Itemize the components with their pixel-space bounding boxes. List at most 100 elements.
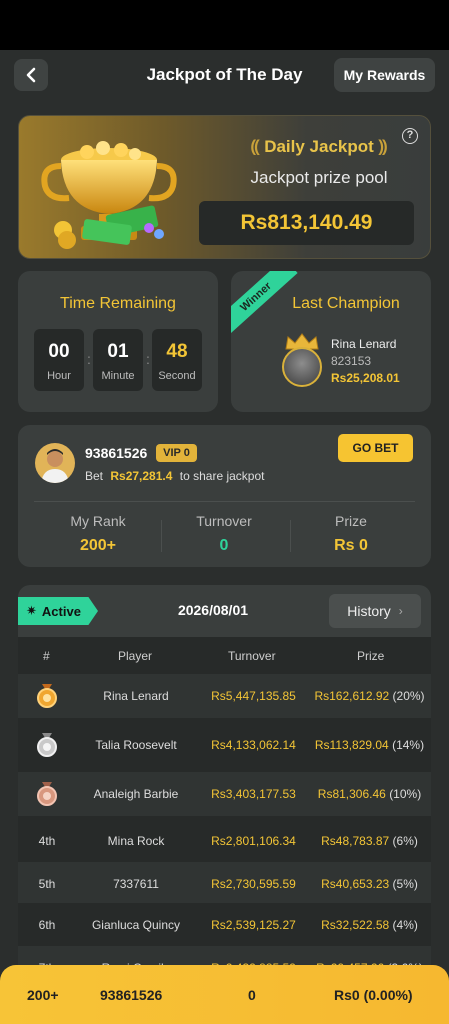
spinner-icon: ✷ <box>26 603 37 618</box>
turnover-stat: Turnover 0 <box>159 513 289 555</box>
prize-stat: Prize Rs 0 <box>286 513 416 555</box>
row-rank: 5th <box>38 877 56 891</box>
column-player: Player <box>118 649 153 663</box>
row-prize-amount: Rs113,829.04 <box>314 738 389 752</box>
row-player: 7337611 <box>113 877 159 891</box>
go-bet-button[interactable]: GO BET <box>338 434 413 462</box>
active-status-tag: ✷ Active <box>18 597 98 625</box>
champion-prize: Rs25,208.01 <box>331 371 400 385</box>
table-row: 6th Gianluca Quincy Rs2,539,125.27 Rs32,… <box>18 903 431 947</box>
time-remaining-card: Time Remaining 00 Hour : 01 Minute : 48 … <box>18 271 218 412</box>
daily-jackpot-card: ⸨ Daily Jackpot ⸩ ? Jackpot prize pool R… <box>18 115 431 259</box>
help-icon[interactable]: ? <box>402 128 418 144</box>
colon-separator: : <box>87 351 91 367</box>
row-prize: Rs81,306.46 (10%) <box>308 787 431 801</box>
row-prize-percent: (5%) <box>392 877 418 891</box>
vip-badge: VIP 0 <box>156 444 197 462</box>
row-prize-percent: (10%) <box>389 787 422 801</box>
daily-jackpot-label: Daily Jackpot <box>264 137 374 156</box>
trophy-icon <box>41 141 177 249</box>
laurel-left-icon: ⸨ <box>250 137 260 156</box>
row-prize-percent: (20%) <box>392 689 425 703</box>
hour-box: 00 Hour <box>34 329 84 391</box>
prize-pool-label: Jackpot prize pool <box>250 168 388 187</box>
row-turnover: Rs2,801,106.34 <box>211 834 296 848</box>
my-rewards-button[interactable]: My Rewards <box>334 58 435 92</box>
sticky-user-id: 93861526 <box>100 987 163 1003</box>
history-label: History <box>347 603 391 619</box>
table-row: Rina Lenard Rs5,447,135.85 Rs162,612.92 … <box>18 674 431 718</box>
my-rank-value: 200+ <box>79 537 117 554</box>
row-prize: Rs32,522.58 (4%) <box>308 918 431 932</box>
prize-label: Prize <box>335 513 367 529</box>
leaderboard: ✷ Active 2026/08/01 History › # Player T… <box>18 585 431 1024</box>
row-prize-amount: Rs40,653.23 <box>321 877 390 891</box>
turnover-value: 0 <box>219 537 229 554</box>
sticky-rank: 200+ <box>27 987 59 1003</box>
user-id: 93861526 <box>85 445 148 461</box>
row-player: Rina Lenard <box>103 689 169 703</box>
silver-medal-icon <box>37 733 57 757</box>
column-prize: Prize <box>357 649 385 663</box>
sticky-prize: Rs0 (0.00%) <box>334 987 413 1003</box>
bet-prefix: Bet <box>85 469 104 483</box>
row-player: Talia Roosevelt <box>95 738 177 752</box>
my-rank-label: My Rank <box>70 513 126 529</box>
row-prize-amount: Rs162,612.92 <box>314 689 390 703</box>
my-rank-sticky-bar: 200+ 93861526 0 Rs0 (0.00%) <box>0 965 449 1024</box>
bet-suffix: to share jackpot <box>179 469 265 483</box>
prize-value: Rs 0 <box>334 537 368 554</box>
table-row: 5th 7337611 Rs2,730,595.59 Rs40,653.23 (… <box>18 862 431 906</box>
row-prize: Rs40,653.23 (5%) <box>308 877 431 891</box>
champion-avatar <box>282 347 322 387</box>
bet-to-share-text: Bet Rs27,281.4 to share jackpot <box>85 469 264 483</box>
leaderboard-date: 2026/08/01 <box>177 602 249 618</box>
row-prize: Rs162,612.92 (20%) <box>308 689 431 703</box>
active-status-label: Active <box>41 603 81 619</box>
daily-jackpot-title: ⸨ Daily Jackpot ⸩ <box>224 134 414 157</box>
prize-pool-value: Rs813,140.49 <box>199 201 414 245</box>
user-avatar <box>35 443 75 483</box>
my-stats-card: 93861526 VIP 0 GO BET Bet Rs27,281.4 to … <box>18 425 431 567</box>
gold-medal-icon <box>37 684 57 708</box>
my-rank-stat: My Rank 200+ <box>33 513 163 555</box>
row-rank: 6th <box>38 918 56 932</box>
table-row: 4th Mina Rock Rs2,801,106.34 Rs48,783.87… <box>18 819 431 863</box>
laurel-right-icon: ⸩ <box>378 137 388 156</box>
column-rank: # <box>43 649 50 663</box>
row-rank: 4th <box>38 834 56 848</box>
turnover-label: Turnover <box>196 513 252 529</box>
hour-label: Hour <box>47 370 71 382</box>
bronze-medal-icon <box>37 782 57 806</box>
row-prize: Rs113,829.04 (14%) <box>308 738 431 752</box>
colon-separator: : <box>146 351 150 367</box>
row-turnover: Rs2,539,125.27 <box>211 918 296 932</box>
table-row: Analeigh Barbie Rs3,403,177.53 Rs81,306.… <box>18 772 431 816</box>
champion-id: 823153 <box>331 354 372 368</box>
chevron-right-icon: › <box>398 604 403 618</box>
row-turnover: Rs5,447,135.85 <box>211 689 296 703</box>
second-label: Second <box>158 370 196 382</box>
leaderboard-header: ✷ Active 2026/08/01 History › <box>18 585 431 637</box>
minute-label: Minute <box>101 370 135 382</box>
top-bar: Jackpot of The Day My Rewards <box>0 50 449 102</box>
last-champion-card: Winner Last Champion Rina Lenard 823153 … <box>231 271 431 412</box>
divider <box>34 501 415 502</box>
user-avatar-icon <box>41 449 69 483</box>
row-prize-percent: (4%) <box>392 918 418 932</box>
sticky-turnover: 0 <box>248 987 256 1003</box>
status-bar <box>0 0 449 50</box>
champion-name: Rina Lenard <box>331 337 397 351</box>
row-turnover: Rs3,403,177.53 <box>211 787 296 801</box>
time-remaining-title: Time Remaining <box>60 295 176 312</box>
history-button[interactable]: History › <box>329 594 421 628</box>
row-player: Gianluca Quincy <box>91 918 181 932</box>
hour-value: 00 <box>48 341 70 362</box>
row-prize-amount: Rs48,783.87 <box>321 834 390 848</box>
row-prize-amount: Rs81,306.46 <box>317 787 386 801</box>
minute-box: 01 Minute <box>93 329 143 391</box>
row-prize: Rs48,783.87 (6%) <box>308 834 431 848</box>
row-turnover: Rs2,730,595.59 <box>211 877 296 891</box>
bet-amount: Rs27,281.4 <box>110 469 173 483</box>
row-prize-percent: (14%) <box>392 738 425 752</box>
